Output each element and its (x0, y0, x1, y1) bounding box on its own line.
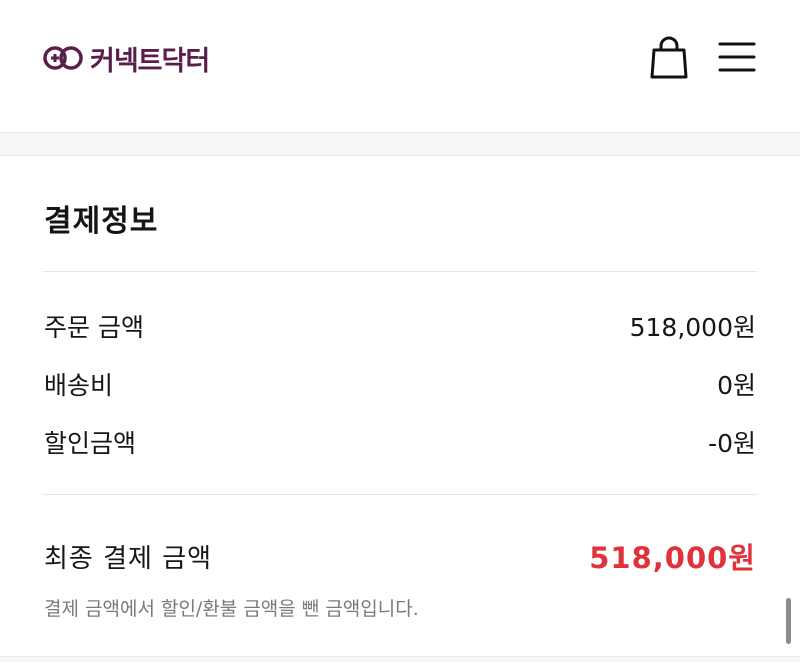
hamburger-menu-icon[interactable] (716, 38, 758, 76)
final-amount-row: 최종 결제 금액 518,000원 (44, 538, 756, 575)
divider (43, 494, 757, 495)
shopping-bag-icon[interactable] (648, 36, 690, 80)
logo[interactable]: 커넥트닥터 (42, 38, 210, 78)
payment-info-section: 결제정보 주문 금액 518,000원 배송비 0원 할인금액 -0원 최종 결… (0, 156, 800, 662)
shipping-fee-value: 0원 (717, 371, 756, 400)
order-amount-row: 주문 금액 518,000원 (44, 308, 756, 344)
shipping-fee-row: 배송비 0원 (44, 366, 756, 402)
shipping-fee-label: 배송비 (44, 371, 114, 400)
section-separator (0, 132, 800, 156)
discount-label: 할인금액 (44, 429, 137, 458)
final-amount-label: 최종 결제 금액 (44, 543, 213, 574)
order-amount-label: 주문 금액 (44, 313, 144, 342)
logo-mark-icon (43, 46, 83, 70)
discount-row: 할인금액 -0원 (44, 424, 756, 460)
scrollbar[interactable] (786, 598, 791, 644)
bottom-separator (0, 656, 800, 662)
payment-note: 결제 금액에서 할인/환불 금액을 뺀 금액입니다. (44, 598, 419, 620)
divider (43, 271, 757, 272)
section-title: 결제정보 (44, 204, 159, 239)
discount-value: -0원 (708, 429, 756, 458)
final-amount-value: 518,000원 (589, 541, 756, 575)
order-amount-value: 518,000원 (629, 313, 756, 342)
header: 커넥트닥터 (0, 0, 800, 132)
logo-text: 커넥트닥터 (90, 45, 210, 77)
